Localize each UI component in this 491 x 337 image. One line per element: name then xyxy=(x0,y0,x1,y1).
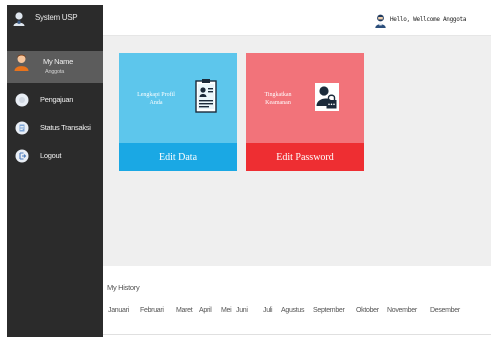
month-juni[interactable]: Juni xyxy=(236,307,248,314)
profile-card: Lengkapi Profil Anda Edit Data xyxy=(119,53,237,171)
month-juli[interactable]: Juli xyxy=(263,307,273,314)
profile-name: My Name xyxy=(43,57,73,66)
password-card: Tingkatkan Keamanan Edit Password xyxy=(246,53,364,171)
id-card-icon xyxy=(195,79,217,113)
sidebar-item-status-transaksi[interactable]: Status Transaksi xyxy=(7,119,103,139)
profile-card-caption-line2: Anda xyxy=(149,100,163,106)
profile-card-caption-line1: Lengkapi Profil xyxy=(137,92,175,98)
profile-card-caption: Lengkapi Profil Anda xyxy=(133,91,179,107)
month-maret[interactable]: Maret xyxy=(176,307,193,314)
greeting-text: Hello, Wellcome Anggota xyxy=(390,16,467,23)
sidebar-item-label: Logout xyxy=(40,151,62,160)
main-content: Lengkapi Profil Anda Edit Data Tingkatka… xyxy=(103,36,491,266)
month-april[interactable]: April xyxy=(199,307,212,314)
month-november[interactable]: November xyxy=(387,307,417,314)
month-mei[interactable]: Mei xyxy=(221,307,232,314)
document-icon xyxy=(15,121,29,135)
logout-icon xyxy=(15,149,29,163)
profile-role: Anggota xyxy=(45,69,65,75)
password-card-caption-line2: Keamanan xyxy=(265,100,291,106)
user-icon xyxy=(375,14,386,28)
password-card-body: Tingkatkan Keamanan xyxy=(246,53,364,143)
sidebar-item-logout[interactable]: Logout xyxy=(7,147,103,167)
password-card-caption: Tingkatkan Keamanan xyxy=(258,91,298,107)
circle-icon xyxy=(15,93,29,107)
history-section: My History Januari Februari Maret April … xyxy=(103,266,491,337)
avatar xyxy=(14,54,29,71)
sidebar-item-pengajuan[interactable]: Pengajuan xyxy=(7,91,103,111)
month-september[interactable]: September xyxy=(313,307,345,314)
password-card-caption-line1: Tingkatkan xyxy=(264,92,292,98)
profile-card-body: Lengkapi Profil Anda xyxy=(119,53,237,143)
month-agustus[interactable]: Agustus xyxy=(281,307,305,314)
history-title: My History xyxy=(107,283,140,292)
month-oktober[interactable]: Oktober xyxy=(356,307,379,314)
user-icon xyxy=(13,12,25,26)
profile-item[interactable]: My Name Anggota xyxy=(7,51,103,83)
user-lock-icon xyxy=(315,83,339,111)
sidebar: System USP My Name Anggota Pengajuan Sta… xyxy=(7,5,103,337)
divider xyxy=(103,334,491,335)
edit-password-button[interactable]: Edit Password xyxy=(246,143,364,171)
month-januari[interactable]: Januari xyxy=(108,307,129,314)
month-list: Januari Februari Maret April Mei Juni Ju… xyxy=(103,307,491,319)
top-bar: Hello, Wellcome Anggota xyxy=(103,5,491,36)
month-februari[interactable]: Februari xyxy=(140,307,164,314)
month-desember[interactable]: Desember xyxy=(430,307,460,314)
brand[interactable]: System USP xyxy=(7,5,103,33)
edit-data-button[interactable]: Edit Data xyxy=(119,143,237,171)
app-title: System USP xyxy=(35,13,78,22)
sidebar-item-label: Pengajuan xyxy=(40,95,74,104)
sidebar-item-label: Status Transaksi xyxy=(40,123,91,132)
